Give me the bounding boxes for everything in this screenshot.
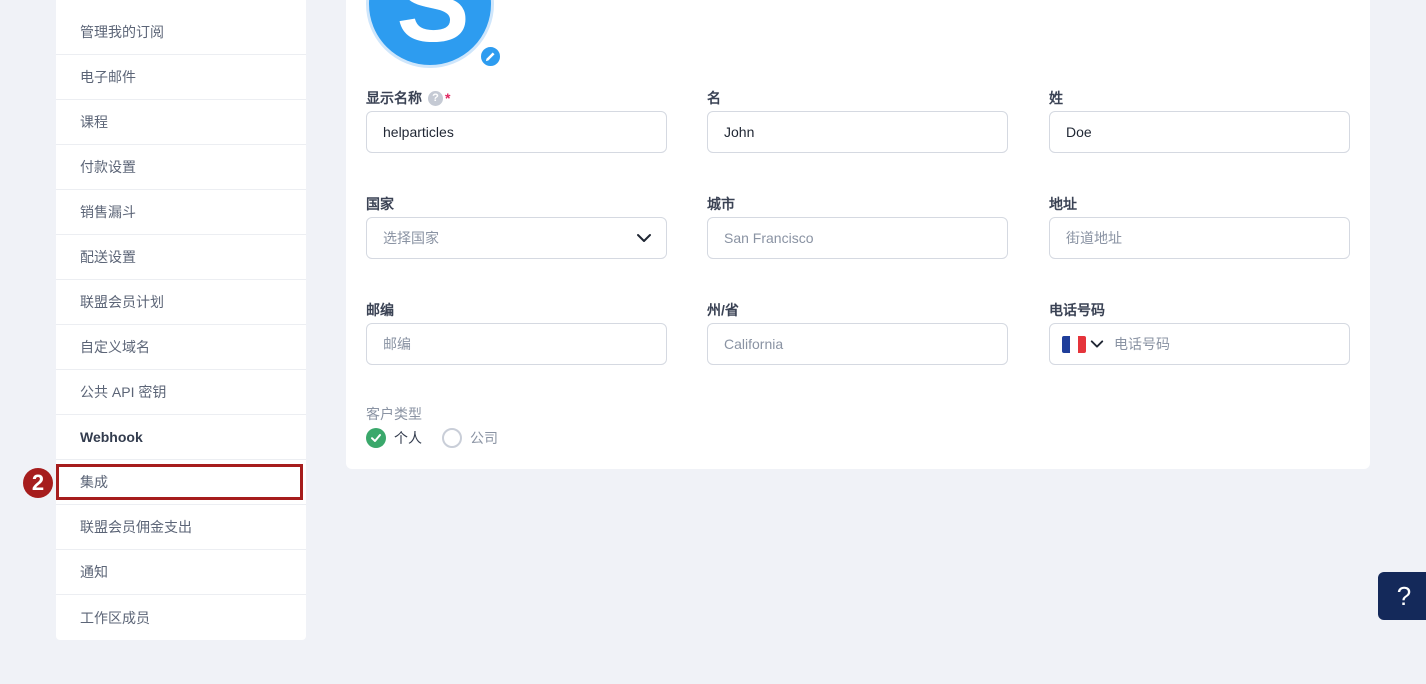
country-select[interactable]: 选择国家 <box>366 217 667 259</box>
sidebar-item-affiliate-payouts[interactable]: 联盟会员佣金支出 <box>56 505 306 550</box>
sidebar-item-label: 工作区成员 <box>80 609 150 626</box>
avatar[interactable]: S <box>366 0 494 68</box>
first-name-field[interactable] <box>707 111 1008 153</box>
sidebar-item-webhook[interactable]: Webhook <box>56 415 306 460</box>
france-flag-icon[interactable] <box>1062 335 1086 353</box>
sidebar-item-custom-domain[interactable]: 自定义域名 <box>56 325 306 370</box>
sidebar-item-label: 销售漏斗 <box>80 204 136 220</box>
phone-input[interactable] <box>1114 336 1314 352</box>
sidebar-item-label: 电子邮件 <box>80 69 136 85</box>
sidebar-item-label: 课程 <box>80 114 108 130</box>
sidebar-item-manage-subscription[interactable]: 管理我的订阅 <box>56 10 306 55</box>
display-name-label-text: 显示名称 <box>366 90 422 106</box>
sidebar-item-payment-settings[interactable]: 付款设置 <box>56 145 306 190</box>
sidebar-item-label: 管理我的订阅 <box>80 24 164 40</box>
customer-type-individual-radio[interactable]: 个人 <box>366 428 422 448</box>
city-field[interactable] <box>707 217 1008 259</box>
sidebar-item-label: 公共 API 密钥 <box>80 384 167 400</box>
sidebar-item-shipping-settings[interactable]: 配送设置 <box>56 235 306 280</box>
last-name-label: 姓 <box>1049 90 1063 106</box>
step-badge: 2 <box>23 468 53 498</box>
required-mark: * <box>445 90 451 106</box>
state-label: 州/省 <box>707 302 739 318</box>
sidebar-item-workspace-members[interactable]: 工作区成员 <box>56 595 306 640</box>
sidebar-item-public-api-key[interactable]: 公共 API 密钥 <box>56 370 306 415</box>
sidebar-item-courses[interactable]: 课程 <box>56 100 306 145</box>
display-name-field[interactable] <box>366 111 667 153</box>
avatar-letter: S <box>396 0 470 65</box>
sidebar-item-label: 自定义域名 <box>80 339 150 355</box>
sidebar-item-notifications[interactable]: 通知 <box>56 550 306 595</box>
zip-label: 邮编 <box>366 302 394 318</box>
country-placeholder: 选择国家 <box>383 230 439 246</box>
zip-field[interactable] <box>366 323 667 365</box>
help-icon[interactable]: ? <box>428 90 443 106</box>
radio-circle-icon <box>442 428 462 448</box>
sidebar-item-label: 通知 <box>80 564 108 580</box>
last-name-field[interactable] <box>1049 111 1350 153</box>
chevron-down-icon[interactable] <box>1090 337 1104 351</box>
display-name-label: 显示名称 ? * <box>366 88 450 108</box>
phone-field <box>1049 323 1350 365</box>
radio-label: 个人 <box>394 430 422 446</box>
sidebar-item-label: 联盟会员计划 <box>80 294 164 310</box>
customer-type-label: 客户类型 <box>366 406 422 422</box>
edit-avatar-button[interactable] <box>479 45 502 68</box>
sidebar-item-email[interactable]: 电子邮件 <box>56 55 306 100</box>
address-field[interactable] <box>1049 217 1350 259</box>
sidebar-item-affiliate-program[interactable]: 联盟会员计划 <box>56 280 306 325</box>
help-button[interactable]: ? <box>1378 572 1426 620</box>
sidebar-item-label: 付款设置 <box>80 159 136 175</box>
settings-sidebar: 管理我的订阅 电子邮件 课程 付款设置 销售漏斗 配送设置 联盟会员计划 自定义… <box>56 0 306 640</box>
pencil-icon <box>485 52 495 62</box>
city-label: 城市 <box>707 196 735 212</box>
sidebar-item-label: 配送设置 <box>80 249 136 265</box>
address-label: 地址 <box>1049 196 1077 212</box>
customer-type-company-radio[interactable]: 公司 <box>442 428 498 448</box>
check-circle-icon <box>366 428 386 448</box>
sidebar-item-sales-funnel[interactable]: 销售漏斗 <box>56 190 306 235</box>
state-field[interactable] <box>707 323 1008 365</box>
first-name-label: 名 <box>707 90 721 106</box>
sidebar-item-label: Webhook <box>80 429 143 445</box>
chevron-down-icon <box>637 234 651 242</box>
sidebar-item-label: 联盟会员佣金支出 <box>80 519 192 535</box>
radio-label: 公司 <box>470 430 498 446</box>
phone-label: 电话号码 <box>1049 302 1105 318</box>
country-label: 国家 <box>366 196 394 212</box>
highlight-box <box>56 464 303 500</box>
